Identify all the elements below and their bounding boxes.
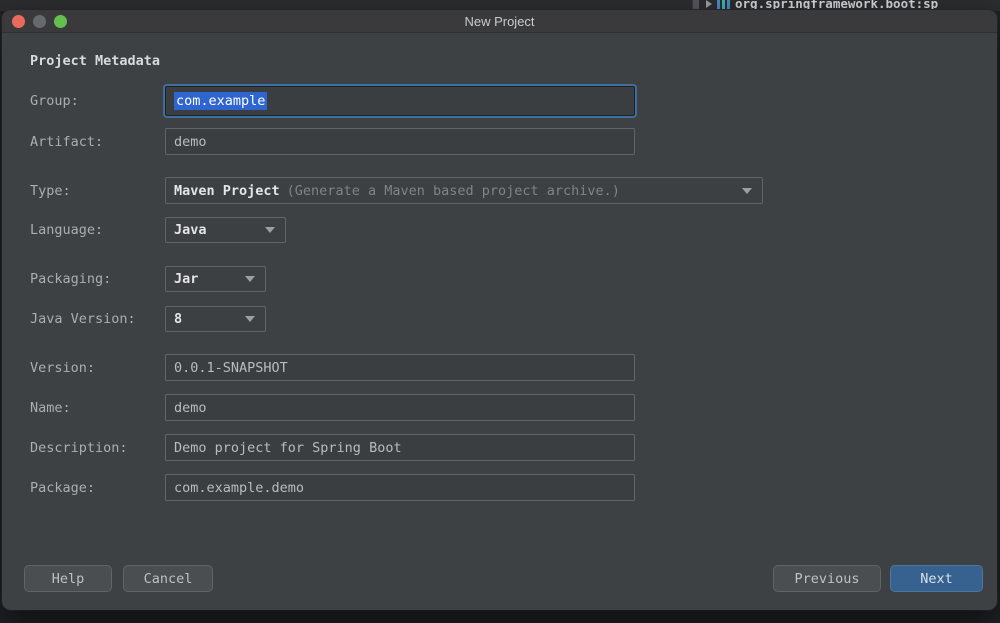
package-input[interactable] [165, 474, 635, 501]
type-label: Type: [30, 183, 71, 199]
library-icon [717, 0, 730, 9]
form-row-artifact: Artifact: [2, 128, 997, 155]
form-row-type: Type: Maven Project (Generate a Maven ba… [2, 177, 997, 204]
version-label: Version: [30, 360, 95, 376]
chevron-down-icon[interactable] [245, 316, 255, 322]
packaging-dropdown[interactable]: Jar [165, 266, 266, 292]
type-dropdown-value: Maven Project [174, 183, 280, 199]
version-input[interactable] [165, 354, 635, 381]
group-input-selected-text: com.example [174, 92, 267, 110]
name-input[interactable] [165, 394, 635, 421]
package-label: Package: [30, 480, 95, 496]
java-version-dropdown[interactable]: 8 [165, 306, 266, 332]
dialog-titlebar[interactable]: New Project [2, 10, 997, 33]
form-row-packaging: Packaging: Jar [2, 266, 997, 292]
form-row-group: Group: com.example [2, 86, 997, 116]
java-version-label: Java Version: [30, 311, 136, 327]
java-version-dropdown-value: 8 [174, 311, 182, 327]
cancel-button[interactable]: Cancel [123, 565, 213, 592]
language-label: Language: [30, 222, 103, 238]
artifact-label: Artifact: [30, 134, 103, 150]
chevron-down-icon[interactable] [265, 227, 275, 233]
form-row-package: Package: [2, 474, 997, 501]
form-row-description: Description: [2, 434, 997, 461]
description-label: Description: [30, 440, 128, 456]
chevron-down-icon[interactable] [245, 276, 255, 282]
description-input[interactable] [165, 434, 635, 461]
artifact-input[interactable] [165, 128, 635, 155]
previous-button[interactable]: Previous [773, 565, 881, 592]
chevron-right-icon[interactable] [706, 0, 712, 8]
type-dropdown-description: (Generate a Maven based project archive.… [287, 183, 620, 199]
section-header-project-metadata: Project Metadata [30, 53, 160, 69]
next-button[interactable]: Next [890, 565, 983, 592]
name-label: Name: [30, 400, 71, 416]
group-label: Group: [30, 93, 79, 109]
group-input[interactable]: com.example [165, 86, 635, 116]
language-dropdown[interactable]: Java [165, 217, 286, 243]
type-dropdown[interactable]: Maven Project (Generate a Maven based pr… [165, 177, 763, 204]
form-row-java-version: Java Version: 8 [2, 306, 997, 332]
dialog-body: Project Metadata Group: com.example Arti… [2, 34, 997, 610]
form-row-name: Name: [2, 394, 997, 421]
help-button[interactable]: Help [24, 565, 112, 592]
form-row-language: Language: Java [2, 217, 997, 243]
packaging-dropdown-value: Jar [174, 271, 198, 287]
new-project-dialog: New Project Project Metadata Group: com.… [2, 10, 997, 610]
packaging-label: Packaging: [30, 271, 111, 287]
form-row-version: Version: [2, 354, 997, 381]
language-dropdown-value: Java [174, 222, 207, 238]
dialog-title: New Project [2, 10, 997, 33]
chevron-down-icon[interactable] [742, 188, 752, 194]
